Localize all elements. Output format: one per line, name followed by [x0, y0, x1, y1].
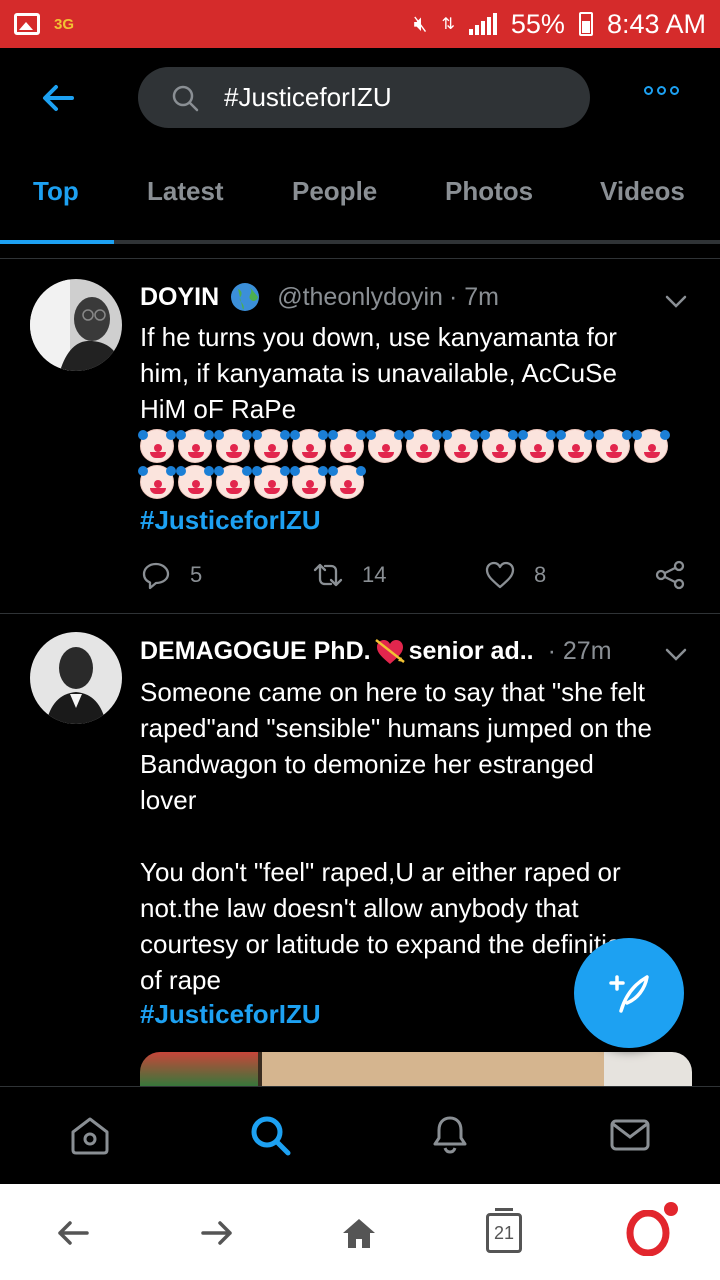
clown-icon [328, 429, 366, 463]
clown-icon [518, 429, 556, 463]
retweet-button[interactable]: 14 [312, 559, 386, 591]
media-thumbnail [140, 1052, 258, 1086]
tab-people[interactable]: People [292, 176, 377, 207]
clown-icon [252, 429, 290, 463]
clown-icon [138, 429, 176, 463]
tab-videos[interactable]: Videos [600, 176, 685, 207]
chevron-down-icon[interactable] [664, 642, 688, 666]
like-button[interactable]: 8 [484, 559, 546, 591]
search-tabs: Top Latest People Photos Videos [0, 146, 720, 244]
data-icon: ⇅ [441, 16, 455, 33]
signal-icon [468, 13, 497, 35]
tweet-actions: 5 14 8 [140, 559, 700, 599]
clown-icon [214, 429, 252, 463]
home-icon[interactable] [68, 1113, 112, 1157]
tab-latest[interactable]: Latest [147, 176, 224, 207]
search-input[interactable]: #JusticeforIZU [138, 67, 590, 128]
home-icon[interactable] [340, 1214, 378, 1252]
tweet-media-preview[interactable] [140, 1052, 692, 1086]
browser-toolbar: 21 [0, 1184, 720, 1280]
tweet[interactable]: DOYIN @theonlydoyin · 7m If he turns you… [0, 259, 720, 613]
media-thumbnail [258, 1052, 604, 1086]
author-handle[interactable]: @theonlydoyin [277, 283, 443, 312]
heart-arrow-icon [374, 639, 405, 664]
clown-icon [328, 465, 366, 499]
clown-emoji-row [138, 429, 670, 463]
forward-arrow-icon[interactable] [198, 1214, 236, 1252]
active-tab-indicator [0, 240, 114, 244]
arrow-left-icon[interactable] [38, 78, 78, 118]
share-icon [655, 560, 685, 590]
clown-icon [176, 429, 214, 463]
compose-feather-icon [609, 975, 649, 1013]
search-icon[interactable] [248, 1113, 292, 1157]
notification-dot [664, 1202, 678, 1216]
battery-icon [578, 12, 593, 36]
avatar[interactable] [30, 279, 122, 371]
clown-icon [290, 429, 328, 463]
messages-icon[interactable] [608, 1113, 652, 1157]
clown-icon [480, 429, 518, 463]
reply-button[interactable]: 5 [140, 559, 202, 591]
more-dots-icon[interactable] [644, 86, 679, 95]
opera-icon[interactable] [626, 1210, 670, 1256]
share-button[interactable] [654, 559, 686, 591]
hashtag-link[interactable]: #JusticeforIZU [140, 505, 321, 536]
notifications-icon[interactable] [428, 1113, 472, 1157]
clown-icon [214, 465, 252, 499]
clock: 8:43 AM [606, 8, 706, 39]
reply-icon [142, 562, 170, 590]
clown-icon [252, 465, 290, 499]
reply-count: 5 [190, 562, 203, 587]
hashtag-link[interactable]: #JusticeforIZU [140, 999, 321, 1030]
chevron-down-icon[interactable] [664, 289, 688, 313]
battery-percent: 55% [510, 8, 565, 39]
clown-icon [176, 465, 214, 499]
clown-icon [632, 429, 670, 463]
tweet-time: · 7m [448, 282, 499, 311]
clown-icon [404, 429, 442, 463]
gallery-icon [14, 13, 40, 35]
clown-icon [290, 465, 328, 499]
clown-emoji-row [138, 465, 366, 499]
retweet-icon [313, 563, 343, 587]
mute-icon: 🔇︎ [413, 11, 428, 36]
search-icon [172, 85, 199, 111]
media-thumbnail [604, 1052, 692, 1086]
back-arrow-icon[interactable] [54, 1214, 92, 1252]
search-query: #JusticeforIZU [224, 82, 392, 112]
avatar[interactable] [30, 632, 122, 724]
tab-count: 21 [493, 1222, 515, 1243]
tweet-header: DEMAGOGUE PhD. senior ad.. · 27m [140, 634, 612, 668]
clown-icon [366, 429, 404, 463]
tweet-header: DOYIN @theonlydoyin · 7m [140, 281, 499, 313]
network-type: 3G [54, 15, 75, 33]
compose-tweet-button[interactable] [574, 938, 684, 1048]
like-count: 8 [534, 562, 547, 587]
author-name[interactable]: DEMAGOGUE PhD. [140, 637, 371, 666]
author-name-suffix[interactable]: senior ad.. [409, 637, 534, 666]
globe-icon [231, 283, 260, 311]
clown-icon [556, 429, 594, 463]
clown-icon [594, 429, 632, 463]
tweet-text: If he turns you down, use kanyamanta for… [140, 322, 617, 424]
tab-photos[interactable]: Photos [445, 176, 533, 207]
clown-icon [442, 429, 480, 463]
author-name[interactable]: DOYIN [140, 283, 219, 312]
heart-icon [485, 561, 515, 589]
search-header: #JusticeforIZU [0, 48, 720, 146]
retweet-count: 14 [362, 562, 387, 587]
tab-top[interactable]: Top [33, 176, 79, 207]
tweet-time: · 27m [547, 636, 612, 665]
status-bar: 3G 🔇︎ ⇅ 55% 8:43 AM [0, 0, 720, 48]
bottom-navigation [0, 1086, 720, 1184]
clown-icon [138, 465, 176, 499]
tabs-icon[interactable]: 21 [486, 1208, 522, 1253]
